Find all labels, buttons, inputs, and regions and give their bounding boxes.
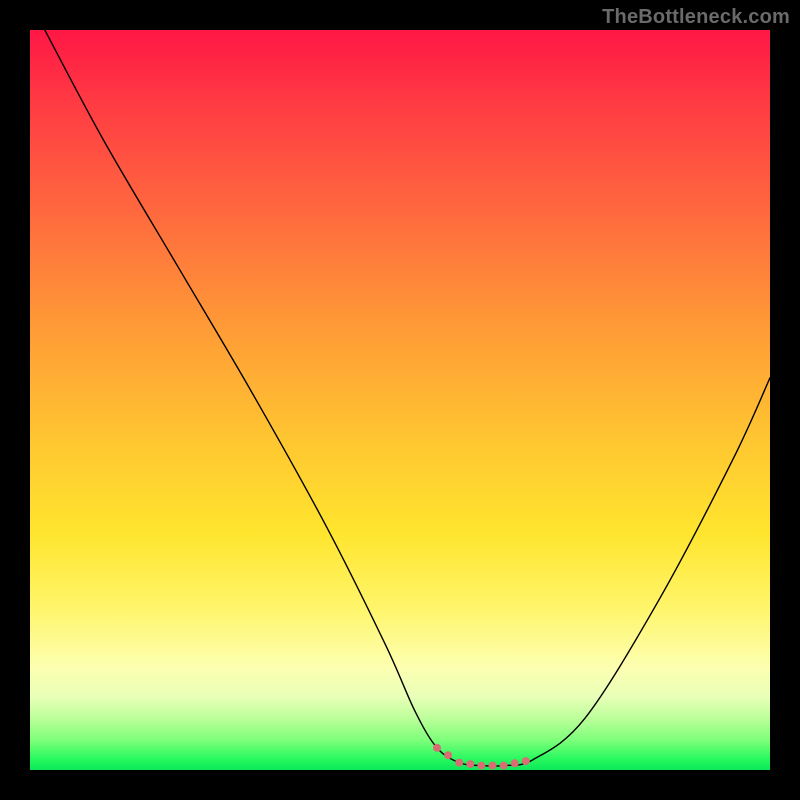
chart-frame: TheBottleneck.com xyxy=(0,0,800,800)
optimal-region-dots xyxy=(433,744,530,770)
optimal-dot xyxy=(522,757,530,765)
optimal-dot xyxy=(477,762,485,770)
optimal-dot xyxy=(466,760,474,768)
watermark-text: TheBottleneck.com xyxy=(602,6,790,29)
optimal-dot xyxy=(433,744,441,752)
optimal-dot xyxy=(489,762,497,770)
optimal-dot xyxy=(455,759,463,767)
optimal-dot xyxy=(511,759,519,767)
curve-layer xyxy=(30,30,770,770)
optimal-dot xyxy=(500,762,508,770)
optimal-dot xyxy=(444,751,452,759)
bottleneck-curve xyxy=(45,30,770,766)
plot-area xyxy=(30,30,770,770)
